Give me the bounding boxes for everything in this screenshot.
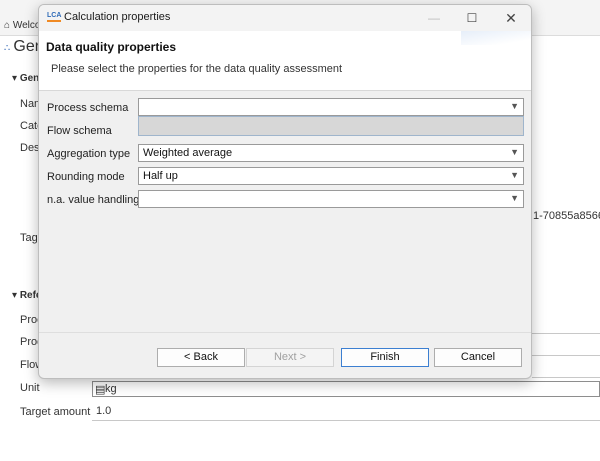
process-field[interactable] <box>532 316 600 334</box>
na-value-handling-select[interactable]: ▼ <box>138 190 524 208</box>
back-button[interactable]: < Back <box>157 348 245 367</box>
dialog-titlebar[interactable]: LCA Calculation properties — ☐ ✕ <box>39 5 531 31</box>
process-schema-dropdown-list[interactable] <box>138 116 524 136</box>
unit-field[interactable]: ▤ kg <box>92 381 600 397</box>
process-schema-label: Process schema <box>47 102 129 114</box>
next-button[interactable]: Next > <box>246 348 334 367</box>
product-field[interactable] <box>532 338 600 356</box>
rounding-mode-value: Half up <box>143 170 178 182</box>
aggregation-type-label: Aggregation type <box>47 148 131 160</box>
app-logo-icon: LCA <box>47 11 62 22</box>
uuid-text: 1-70855a8566 <box>533 210 600 222</box>
maximize-button[interactable]: ☐ <box>452 5 492 31</box>
label-target-amount: Target amount <box>20 406 91 418</box>
page-description: Please select the properties for the dat… <box>51 63 343 75</box>
flow-schema-label: Flow schema <box>47 125 112 137</box>
dialog-title: Calculation properties <box>64 11 171 23</box>
calculation-properties-dialog: LCA Calculation properties — ☐ ✕ Data qu… <box>38 4 532 379</box>
target-amount-value: 1.0 <box>96 405 112 417</box>
rounding-mode-select[interactable]: Half up ▼ <box>138 167 524 185</box>
tree-icon: ∴ <box>4 43 11 54</box>
finish-button[interactable]: Finish <box>341 348 429 367</box>
page-title: Data quality properties <box>46 40 177 54</box>
aggregation-type-value: Weighted average <box>143 147 233 159</box>
unit-value: kg <box>105 383 117 395</box>
chevron-down-icon: ▼ <box>510 170 519 180</box>
chevron-down-icon: ▼ <box>510 193 519 203</box>
aggregation-type-select[interactable]: Weighted average ▼ <box>138 144 524 162</box>
chevron-down-icon: ▼ <box>510 101 519 111</box>
cancel-button[interactable]: Cancel <box>434 348 522 367</box>
footer-divider <box>39 332 531 333</box>
rounding-mode-label: Rounding mode <box>47 171 125 183</box>
unit-icon: ▤ <box>95 384 106 396</box>
minimize-button[interactable]: — <box>414 5 454 31</box>
chevron-down-icon: ▼ <box>510 147 519 157</box>
dialog-header: Data quality properties Please select th… <box>39 31 531 91</box>
process-schema-select[interactable]: ▼ <box>138 98 524 116</box>
header-decoration <box>461 31 531 45</box>
target-amount-field[interactable]: 1.0 <box>92 403 600 421</box>
flow-field[interactable] <box>532 360 600 378</box>
label-unit: Unit <box>20 382 40 394</box>
close-button[interactable]: ✕ <box>491 5 531 31</box>
na-value-handling-label: n.a. value handling <box>47 194 140 206</box>
